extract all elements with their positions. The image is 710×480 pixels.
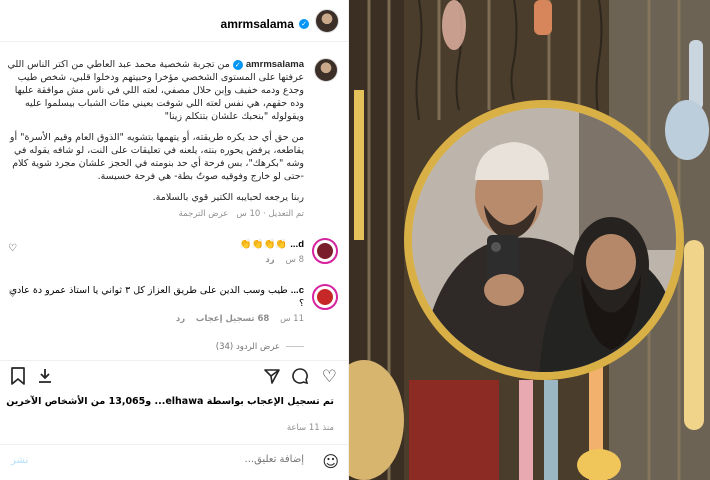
comment-like-icon[interactable]: ♡	[8, 242, 17, 255]
photo-illustration	[349, 0, 710, 480]
header-user: amrmsalama ✓	[221, 13, 309, 32]
translate-link[interactable]: عرض الترجمة	[179, 209, 229, 219]
comment-text: طيب وسب الدين على طريق العزاز كل ٣ ثواني…	[9, 285, 304, 309]
download-icon[interactable]	[36, 367, 54, 390]
comment-avatar[interactable]	[312, 284, 338, 310]
comment-icon[interactable]	[291, 367, 309, 390]
comment-text: 👏👏👏👏	[239, 239, 288, 250]
verified-badge-icon: ✓	[299, 18, 309, 29]
comment-avatar[interactable]	[312, 238, 338, 264]
caption-paragraph-2: من حق أي حد يكره طريقته، أو يتهمها بتشوي…	[9, 132, 304, 182]
post-side-panel: amrmsalama ✓ amrmsalama ✓ من تجربة شخصية…	[0, 0, 349, 480]
caption-username[interactable]: amrmsalama	[246, 59, 304, 70]
comment-like-icon[interactable]: ♡	[8, 288, 17, 301]
comment-reply-button[interactable]: رد	[265, 255, 274, 265]
post-time-ago: منذ 11 ساعة	[286, 423, 334, 433]
post-caption: amrmsalama ✓ من تجربة شخصية محمد عبد الع…	[4, 58, 304, 221]
caption-paragraph-3: ربنا يرجعه لحبايبه الكتير قوي بالسلامة.	[152, 192, 304, 203]
caption-meta: تم التعديل · 10 س عرض الترجمة	[178, 209, 304, 219]
caption-verified-icon: ✓	[232, 59, 243, 70]
post-header: amrmsalama ✓	[0, 0, 349, 42]
post-photo	[349, 0, 710, 480]
caption-avatar[interactable]	[314, 58, 338, 82]
action-bar: ♡	[0, 360, 349, 394]
header-username[interactable]: amrmsalama	[221, 17, 294, 31]
view-replies-button[interactable]: عرض الردود (34)	[216, 342, 304, 352]
add-comment-bar: ☺ نشر	[0, 444, 349, 480]
comment-reply-button[interactable]: رد	[176, 314, 185, 324]
heart-icon[interactable]: ♡	[322, 367, 337, 387]
comment-username[interactable]: c...	[291, 285, 304, 296]
header-avatar[interactable]	[315, 9, 339, 33]
replies-divider	[286, 346, 304, 347]
comment-time: 8 س	[285, 255, 305, 265]
comment-item: d... 👏👏👏👏 8 س رد ♡	[8, 238, 338, 274]
comment-username[interactable]: d...	[290, 239, 304, 250]
post-comment-button[interactable]: نشر	[11, 455, 28, 466]
caption-time: 10 س	[236, 209, 261, 219]
emoji-icon[interactable]: ☺	[322, 452, 339, 471]
view-replies-label: عرض الردود (34)	[215, 342, 280, 352]
comment-time: 11 س	[280, 314, 304, 324]
comment-item: c... طيب وسب الدين على طريق العزاز كل ٣ …	[8, 284, 338, 334]
share-icon[interactable]	[263, 367, 281, 390]
likes-summary[interactable]: تم تسجيل الإعجاب بواسطة elhawa... و13,06…	[4, 395, 334, 408]
caption-edited: تم التعديل	[268, 209, 304, 219]
add-comment-input[interactable]	[34, 454, 304, 465]
likes-text: تم تسجيل الإعجاب بواسطة elhawa... و13,06…	[6, 396, 334, 407]
bookmark-icon[interactable]	[10, 367, 26, 390]
comment-likes[interactable]: 68 تسجيل إعجاب	[196, 314, 269, 324]
